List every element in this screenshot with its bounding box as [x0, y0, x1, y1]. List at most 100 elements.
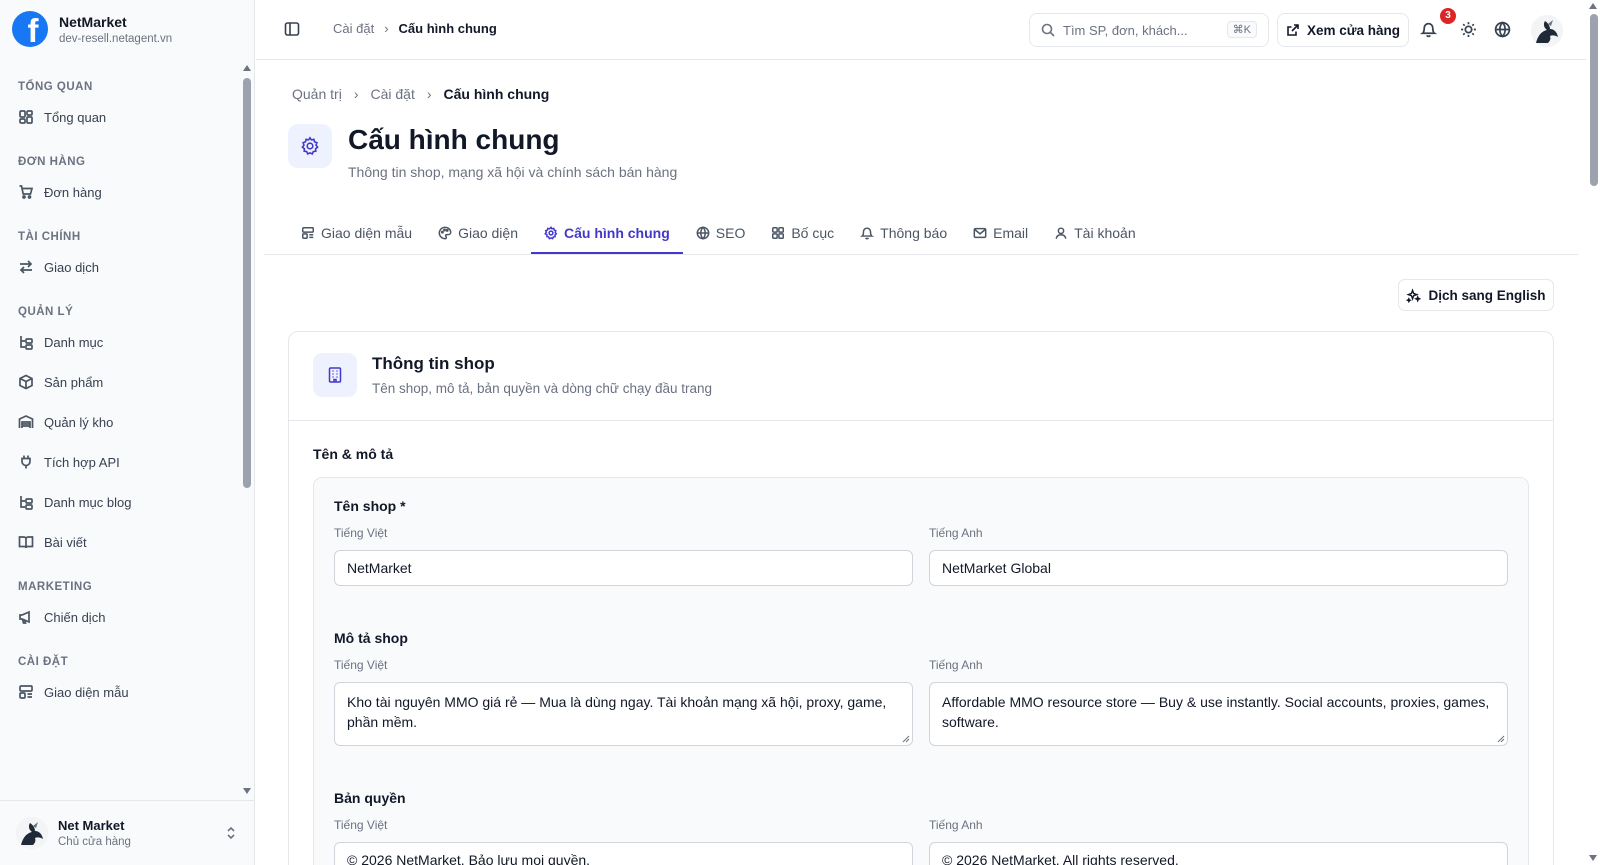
- breadcrumb-item[interactable]: Quản trị: [292, 86, 342, 102]
- sidebar-item-blog-categories[interactable]: Danh mục blog: [18, 482, 240, 522]
- lang-label-en: Tiếng Anh: [929, 818, 983, 832]
- page-breadcrumb: Quản trị › Cài đặt › Cấu hình chung: [292, 86, 549, 102]
- lang-label-vi: Tiếng Việt: [334, 658, 388, 672]
- bell-icon: [860, 227, 875, 240]
- tab-seo[interactable]: SEO: [683, 214, 759, 254]
- sidebar-item-label: Tổng quan: [44, 109, 107, 125]
- megaphone-icon: [19, 610, 30, 624]
- shop-name-en-input[interactable]: NetMarket Global: [929, 550, 1508, 586]
- plug-icon: [21, 455, 31, 469]
- tab-appearance[interactable]: Giao diện: [425, 214, 531, 254]
- tree-icon: [20, 496, 33, 510]
- topbar: Cài đặt › Cấu hình chung Tìm SP, đơn, kh…: [256, 0, 1586, 60]
- lang-label-vi: Tiếng Việt: [334, 526, 388, 540]
- resize-handle-icon[interactable]: [901, 734, 910, 743]
- translate-button[interactable]: Dịch sang English: [1398, 279, 1554, 311]
- sidebar-item-label: Sản phẩm: [44, 374, 104, 390]
- breadcrumb: Cài đặt › Cấu hình chung: [333, 21, 497, 36]
- input-value: © 2026 NetMarket. All rights reserved.: [942, 852, 1179, 865]
- sidebar-scrollbar[interactable]: [243, 78, 251, 488]
- view-store-label: Xem cửa hàng: [1306, 22, 1401, 38]
- nav-section-title: ĐƠN HÀNG: [18, 156, 86, 168]
- tab-account[interactable]: Tài khoản: [1041, 214, 1148, 254]
- page-scrollbar[interactable]: [1590, 14, 1598, 186]
- avatar[interactable]: [1531, 15, 1563, 47]
- sidebar-item-label: Chiến dịch: [44, 609, 106, 625]
- sidebar-item-label: Đơn hàng: [44, 184, 102, 200]
- warehouse-icon: [18, 415, 34, 428]
- input-value: NetMarket Global: [942, 560, 1051, 576]
- sidebar-item-overview[interactable]: Tổng quan: [18, 97, 240, 137]
- search-icon: [1041, 23, 1055, 37]
- shortcut-badge: ⌘K: [1226, 21, 1257, 38]
- copyright-vi-input[interactable]: © 2026 NetMarket. Bảo lưu mọi quyền.: [334, 842, 913, 865]
- brand[interactable]: f NetMarket dev-resell.netagent.vn: [12, 11, 172, 47]
- building-icon: [313, 353, 357, 397]
- sidebar-item-campaigns[interactable]: Chiến dịch: [18, 597, 240, 637]
- sidebar-item-label: Tích hợp API: [44, 454, 120, 470]
- breadcrumb-current: Cấu hình chung: [443, 86, 550, 102]
- book-icon: [18, 536, 34, 549]
- gear-icon: [301, 136, 319, 155]
- textarea-value: Kho tài nguyên MMO giá rẻ — Mua là dùng …: [347, 694, 887, 730]
- resize-handle-icon[interactable]: [1496, 734, 1505, 743]
- brand-logo: f: [12, 11, 48, 47]
- sidebar-item-categories[interactable]: Danh mục: [18, 322, 240, 362]
- view-store-button[interactable]: Xem cửa hàng: [1277, 13, 1409, 47]
- nav-section-title: MARKETING: [18, 581, 93, 593]
- copyright-en-input[interactable]: © 2026 NetMarket. All rights reserved.: [929, 842, 1508, 865]
- tab-templates[interactable]: Giao diện mẫu: [288, 214, 425, 254]
- description-en-textarea[interactable]: Affordable MMO resource store — Buy & us…: [929, 682, 1508, 746]
- field-label-copyright: Bản quyền: [334, 790, 406, 806]
- dashboard-icon: [19, 110, 33, 124]
- tree-icon: [20, 336, 33, 350]
- sidebar-item-orders[interactable]: Đơn hàng: [18, 172, 240, 212]
- sidebar-toggle-icon[interactable]: [284, 21, 300, 37]
- sidebar-item-posts[interactable]: Bài viết: [18, 522, 240, 562]
- sidebar-scroll-up[interactable]: [243, 65, 251, 71]
- bell-icon[interactable]: [1420, 21, 1437, 38]
- sidebar-item-products[interactable]: Sản phẩm: [18, 362, 240, 402]
- breadcrumb-item[interactable]: Cài đặt: [333, 21, 374, 36]
- card-header: Thông tin shop Tên shop, mô tả, bản quyề…: [289, 332, 1553, 421]
- transfer-icon: [19, 260, 33, 274]
- sidebar-scroll-down[interactable]: [243, 788, 251, 794]
- tab-notifications[interactable]: Thông báo: [847, 214, 960, 254]
- globe-icon[interactable]: [1494, 21, 1511, 38]
- sidebar-item-label: Danh mục blog: [44, 494, 132, 510]
- grid-icon: [772, 227, 785, 239]
- lang-label-en: Tiếng Anh: [929, 526, 983, 540]
- nav-section-title: QUẢN LÝ: [18, 306, 74, 318]
- nav-section-title: TỔNG QUAN: [18, 81, 93, 93]
- tab-layout[interactable]: Bố cục: [758, 214, 847, 254]
- sidebar-nav: TỔNG QUAN Tổng quan ĐƠN HÀNG Đơn hàng TÀ…: [0, 62, 240, 800]
- search-input[interactable]: Tìm SP, đơn, khách... ⌘K: [1029, 13, 1269, 47]
- tab-email[interactable]: Email: [960, 214, 1041, 254]
- page-scroll-up[interactable]: [1589, 3, 1597, 9]
- description-vi-textarea[interactable]: Kho tài nguyên MMO giá rẻ — Mua là dùng …: [334, 682, 913, 746]
- sidebar-item-api[interactable]: Tích hợp API: [18, 442, 240, 482]
- tab-label: SEO: [715, 225, 746, 241]
- nav-section-management: QUẢN LÝ Danh mục Sản phẩm Quản lý kho Tí…: [0, 302, 240, 562]
- page-title: Cấu hình chung: [348, 124, 560, 155]
- external-link-icon: [1287, 24, 1299, 36]
- tab-general-config[interactable]: Cấu hình chung: [531, 214, 683, 254]
- shop-name-vi-input[interactable]: NetMarket: [334, 550, 913, 586]
- cart-icon: [19, 185, 34, 199]
- sidebar-item-transactions[interactable]: Giao dịch: [18, 247, 240, 287]
- user-menu[interactable]: Net Market Chủ cửa hàng: [0, 800, 255, 865]
- page-scroll-down[interactable]: [1589, 855, 1597, 861]
- nav-section-overview: TỔNG QUAN Tổng quan: [0, 77, 240, 137]
- settings-tabs: Giao diện mẫu Giao diện Cấu hình chung S…: [264, 214, 1578, 255]
- sidebar-item-templates[interactable]: Giao diện mẫu: [18, 672, 240, 712]
- sidebar-item-warehouse[interactable]: Quản lý kho: [18, 402, 240, 442]
- tab-label: Bố cục: [791, 225, 835, 241]
- lang-label-vi: Tiếng Việt: [334, 818, 388, 832]
- page-icon: [288, 124, 332, 168]
- sun-icon[interactable]: [1460, 21, 1477, 38]
- chevrons-up-down-icon: [227, 826, 235, 840]
- template-icon: [302, 227, 314, 239]
- breadcrumb-item[interactable]: Cài đặt: [370, 86, 414, 102]
- palette-icon: [438, 226, 452, 240]
- chevron-right-icon: ›: [426, 86, 432, 102]
